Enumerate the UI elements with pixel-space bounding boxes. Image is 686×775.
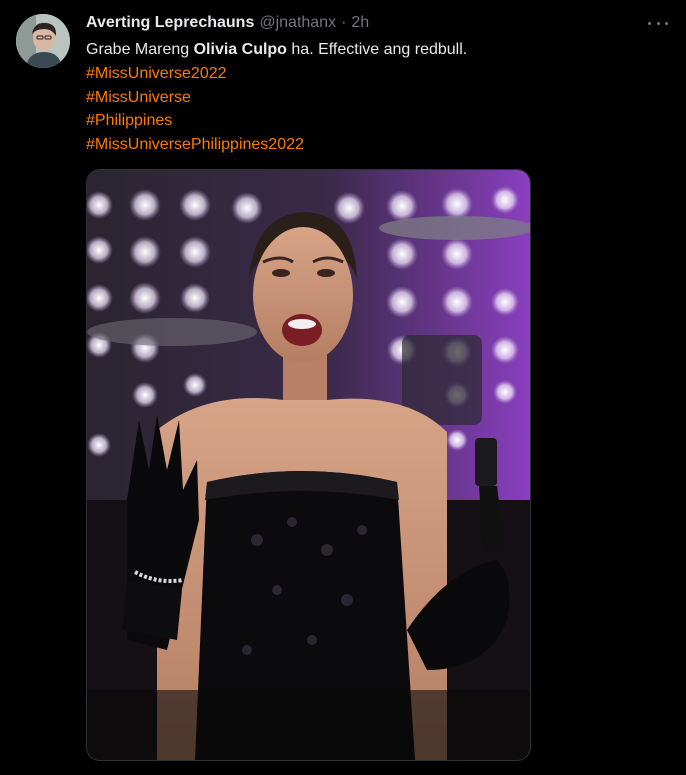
display-name[interactable]: Averting Leprechauns <box>86 14 254 32</box>
hashtag-link[interactable]: #MissUniverse2022 <box>86 62 646 86</box>
tweet-text-line: Grabe Mareng Olivia Culpo ha. Effective … <box>86 38 646 62</box>
separator-dot: · <box>341 14 347 31</box>
avatar-image <box>16 14 70 68</box>
photo-media <box>87 170 530 760</box>
bold-name: Olivia Culpo <box>193 41 287 58</box>
hashtag-link[interactable]: #Philippines <box>86 109 646 133</box>
tweet-text: Grabe Mareng Olivia Culpo ha. Effective … <box>86 38 646 157</box>
more-dots-icon[interactable] <box>648 16 668 30</box>
timestamp[interactable]: 2h <box>351 14 369 32</box>
user-handle[interactable]: @jnathanx <box>259 14 336 32</box>
tweet[interactable]: Averting Leprechauns @jnathanx · 2h Grab… <box>0 0 686 775</box>
avatar[interactable] <box>16 14 70 68</box>
text-part-2: ha. Effective ang redbull. <box>286 41 468 58</box>
hashtag-link[interactable]: #MissUniversePhilippines2022 <box>86 133 646 157</box>
tweet-header: Averting Leprechauns @jnathanx · 2h <box>86 14 369 36</box>
tweet-media[interactable] <box>86 169 531 761</box>
hashtag-link[interactable]: #MissUniverse <box>86 86 646 110</box>
text-part-1: Grabe Mareng <box>86 41 194 58</box>
